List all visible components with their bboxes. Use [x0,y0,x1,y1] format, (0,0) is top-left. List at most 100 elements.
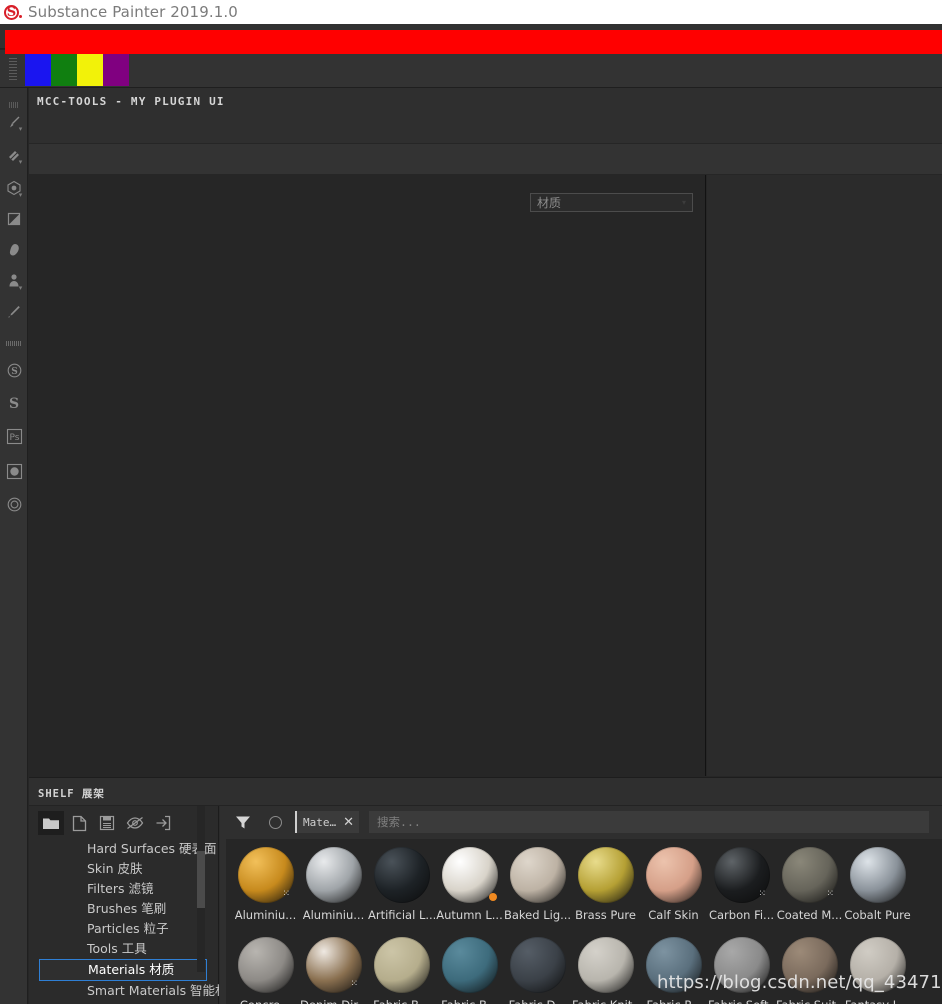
shelf-category-item[interactable]: Smart Materials 智能材质 [29,981,219,1001]
import-icon[interactable] [150,811,176,835]
asset-thumbnail[interactable] [509,847,566,903]
category-scrollbar-thumb[interactable] [197,851,205,908]
asset-thumbnail[interactable]: ⁙ [305,937,362,993]
asset-grid-cell[interactable]: Aluminiu... [300,843,367,933]
asset-thumbnail[interactable] [305,847,362,903]
color-picker-icon[interactable] [2,300,26,324]
asset-label: Fabric D... [509,998,567,1004]
viewport-3d[interactable]: 材质 ▾ [29,175,706,776]
shelf-category-item[interactable]: Hard Surfaces 硬表面 [29,839,219,859]
shelf-category-item[interactable]: Materials 材质 [39,959,207,981]
asset-thumbnail[interactable]: ⁙ [781,847,838,903]
asset-label: Fabric B... [373,998,430,1004]
chevron-down-icon[interactable]: ▾ [17,159,24,166]
polygon-fill-icon[interactable] [2,207,26,231]
svg-text:Ps: Ps [9,433,19,443]
iray-render-icon[interactable] [2,459,26,483]
asset-thumbnail[interactable] [577,847,634,903]
new-file-icon[interactable] [66,811,92,835]
asset-grid-cell[interactable]: Fabric Soft... [708,933,775,1004]
color-swatch-yellow[interactable] [77,51,103,86]
asset-label: Carbon Fi... [708,908,775,922]
asset-grid-cell[interactable]: Fabric Suit... [776,933,843,1004]
asset-grid-cell[interactable]: Fabric Knit... [572,933,639,1004]
asset-thumbnail[interactable] [781,937,838,993]
folder-icon[interactable] [38,811,64,835]
shelf-category-item[interactable]: Particles 粒子 [29,919,219,939]
shelf-category-item[interactable]: Skin 皮肤 [29,859,219,879]
asset-grid-container[interactable]: ⁙ Aluminiu... Aluminiu... Artificial L... Au… [226,839,942,1004]
save-disk-icon[interactable] [94,811,120,835]
asset-label: Brass Pure [575,908,636,922]
material-combo-placeholder: 材质 [537,196,562,210]
plugin-panel-body [29,143,942,174]
tool-rail: ▾ ▾ ▾ ▾ S S Ps [0,88,28,1004]
chevron-down-icon[interactable]: ▾ [17,285,24,292]
chevron-down-icon[interactable]: ▾ [17,192,24,199]
asset-label: Fabric Suit... [776,998,843,1004]
substance-source-icon[interactable]: S [2,358,26,382]
asset-grid-cell[interactable]: Concre... [232,933,299,1004]
filter-tag-chip[interactable]: Mate… ✕ [295,811,360,833]
shelf-category-item[interactable]: Filters 滤镜 [29,879,219,899]
asset-grid-cell[interactable]: ⁙ Coated M... [776,843,843,933]
plugin-panel-title: MCC-TOOLS - MY PLUGIN UI [37,95,225,108]
asset-thumbnail[interactable] [713,937,770,993]
asset-thumbnail[interactable] [849,937,906,993]
filter-funnel-icon[interactable] [229,806,257,838]
asset-thumbnail[interactable] [441,937,498,993]
photoshop-icon[interactable]: Ps [2,424,26,448]
asset-grid-cell[interactable]: Fantasy L... [844,933,911,1004]
circle-icon[interactable] [261,806,289,838]
geometry-decal-icon[interactable] [2,238,26,262]
shelf-search-input[interactable]: 搜索... [369,811,930,833]
asset-grid-cell[interactable]: Fabric B... [436,933,503,1004]
rail-drag-handle[interactable] [9,102,19,108]
chevron-down-icon[interactable]: ▾ [17,126,24,133]
asset-thumbnail[interactable] [849,847,906,903]
asset-grid-cell[interactable]: Fabric D... [504,933,571,1004]
asset-grid-cell[interactable]: Brass Pure [572,843,639,933]
color-swatch-green[interactable] [51,51,77,86]
plugin-panel: MCC-TOOLS - MY PLUGIN UI [29,88,942,174]
substance-share-icon[interactable]: S [2,391,26,415]
shelf-category-item[interactable]: Brushes 笔刷 [29,899,219,919]
asset-grid-cell[interactable]: Cobalt Pure [844,843,911,933]
substance-launcher-icon[interactable] [2,492,26,516]
asset-grid: ⁙ Aluminiu... Aluminiu... Artificial L... Au… [226,839,942,1004]
hide-eye-icon[interactable] [122,811,148,835]
asset-thumbnail[interactable] [645,937,702,993]
asset-grid-cell[interactable]: ⁙ Denim Dir... [300,933,367,1004]
close-icon[interactable]: ✕ [343,816,354,829]
asset-label: Fabric Soft... [708,998,775,1004]
color-swatch-blue[interactable] [25,51,51,86]
asset-label: Denim Dir... [300,998,367,1004]
asset-thumbnail[interactable] [441,847,498,903]
asset-grid-cell[interactable]: ⁙ Carbon Fi... [708,843,775,933]
substance-badge-icon: ⁙ [350,979,359,989]
asset-thumbnail[interactable]: ⁙ [713,847,770,903]
asset-grid-cell[interactable]: Autumn L... [436,843,503,933]
asset-label: Fabric P... [647,998,701,1004]
asset-grid-cell[interactable]: Baked Lig... [504,843,571,933]
asset-thumbnail[interactable]: ⁙ [237,847,294,903]
shelf-category-item[interactable]: Tools 工具 [29,939,219,959]
toolbar-drag-handle[interactable] [9,57,17,80]
asset-thumbnail[interactable] [373,847,430,903]
asset-thumbnail[interactable] [237,937,294,993]
asset-thumbnail[interactable] [577,937,634,993]
asset-thumbnail[interactable] [373,937,430,993]
asset-thumbnail[interactable] [645,847,702,903]
material-combo[interactable]: 材质 ▾ [530,193,693,212]
color-swatch-purple[interactable] [103,51,129,86]
asset-grid-cell[interactable]: Fabric P... [640,933,707,1004]
asset-grid-cell[interactable]: Fabric B... [368,933,435,1004]
asset-grid-cell[interactable]: Calf Skin [640,843,707,933]
shelf-search-placeholder: 搜索... [377,815,421,829]
asset-thumbnail[interactable] [509,937,566,993]
asset-grid-cell[interactable]: ⁙ Aluminiu... [232,843,299,933]
shelf-panel: SHELF 展架 Hard Surfaces 硬表面 Skin 皮肤 Filte… [29,777,942,1004]
asset-grid-cell[interactable]: Artificial L... [368,843,435,933]
shelf-category-list[interactable]: Hard Surfaces 硬表面 Skin 皮肤 Filters 滤镜 Brushe… [29,839,219,1004]
asset-label: Fabric B... [441,998,498,1004]
